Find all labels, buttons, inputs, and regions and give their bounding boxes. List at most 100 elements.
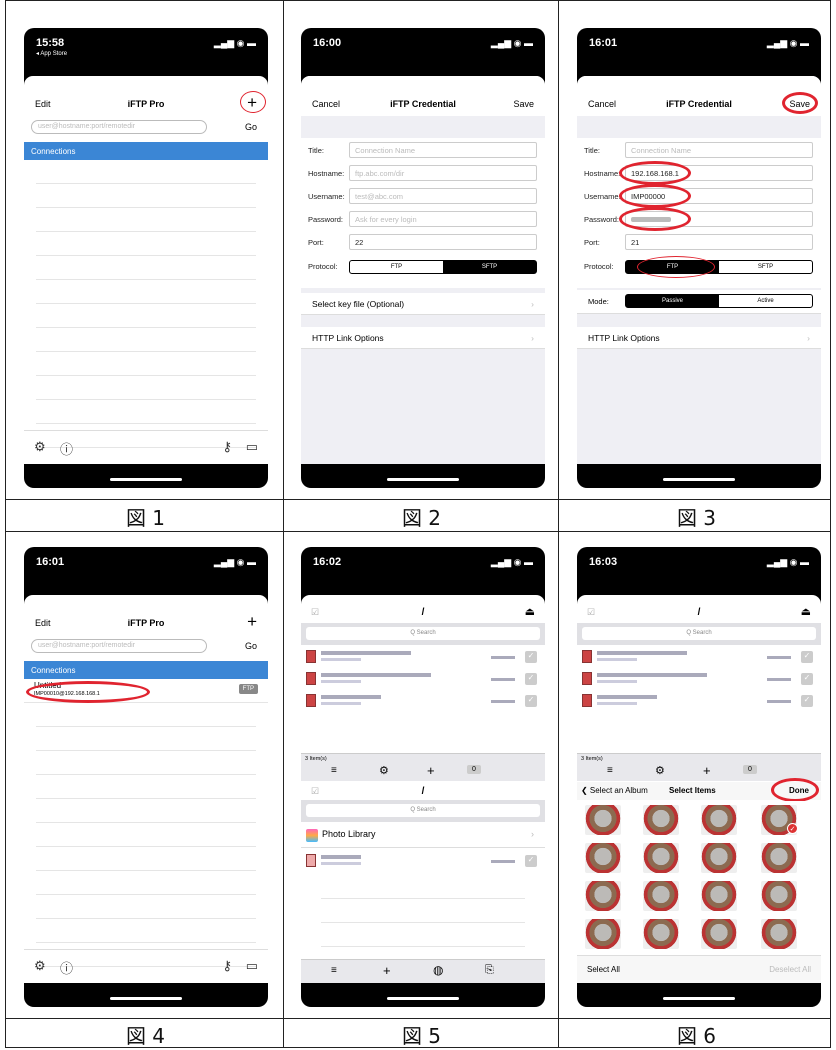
figure-caption: 図 4 — [125, 1023, 166, 1048]
photo-thumbnail[interactable] — [761, 919, 797, 949]
key-icon[interactable]: ⚷ — [222, 958, 232, 974]
file-row[interactable]: ✓ — [577, 669, 821, 691]
file-row[interactable]: ✓ — [577, 647, 821, 669]
protocol-sftp-option[interactable]: SFTP — [719, 261, 812, 273]
photo-thumbnail[interactable] — [701, 919, 737, 949]
figure-caption: 図 1 — [125, 505, 166, 530]
info-icon[interactable]: ⓘ — [60, 439, 73, 458]
search-input[interactable]: Q Search — [306, 804, 540, 817]
mode-active-option[interactable]: Active — [719, 295, 812, 307]
globe-icon[interactable]: ◍ — [433, 963, 443, 977]
go-button[interactable]: Go — [245, 122, 257, 132]
search-input[interactable]: Q Search — [306, 627, 540, 640]
port-field[interactable]: 22 — [349, 234, 537, 250]
ftp-badge[interactable]: FTP — [238, 684, 258, 694]
photo-thumbnail[interactable] — [643, 881, 679, 911]
eject-icon[interactable]: ⏏ — [525, 605, 535, 618]
go-button[interactable]: Go — [245, 641, 257, 651]
photo-thumbnail[interactable] — [585, 881, 621, 911]
back-to-app-store[interactable]: ◂ App Store — [36, 50, 67, 57]
nav-bar: Edit iFTP Pro + — [24, 76, 268, 116]
photo-thumbnail[interactable] — [643, 919, 679, 949]
photo-library-row[interactable]: Photo Library › — [301, 824, 545, 848]
file-row[interactable]: ✓ — [301, 647, 545, 669]
search-input[interactable]: Q Search — [582, 627, 816, 640]
photo-thumbnail[interactable] — [643, 843, 679, 873]
remote-path: / — [697, 607, 701, 618]
protocol-segmented-control: FTP SFTP — [349, 260, 537, 274]
status-time: 16:02 — [313, 556, 342, 568]
status-time: 16:03 — [589, 556, 618, 568]
field-label: Title: — [584, 146, 600, 155]
gear-icon[interactable]: ⚙ — [379, 764, 389, 777]
field-label: Port: — [308, 238, 324, 247]
save-button[interactable]: Save — [513, 99, 534, 109]
signal-wifi-battery-icon: ▂▄▆ ◉ ▬ — [490, 38, 533, 48]
title-field[interactable]: Connection Name — [349, 142, 537, 158]
gear-icon[interactable]: ⚙ — [34, 439, 46, 455]
signal-wifi-battery-icon: ▂▄▆ ◉ ▬ — [766, 557, 809, 567]
status-time: 16:00 — [313, 37, 342, 49]
transfer-count-badge[interactable]: 0 — [467, 765, 481, 774]
select-key-file-row[interactable]: Select key file (Optional) › — [301, 293, 545, 315]
protocol-sftp-option[interactable]: SFTP — [443, 261, 536, 273]
username-field[interactable]: test@abc.com — [349, 188, 537, 204]
sort-icon[interactable]: ≡ — [331, 765, 337, 776]
sort-icon[interactable]: ≡ — [607, 765, 613, 776]
address-input[interactable]: user@hostname:port/remotedir — [31, 120, 207, 134]
sort-icon[interactable]: ≡ — [331, 965, 337, 976]
hostname-field[interactable]: ftp.abc.com/dir — [349, 165, 537, 181]
gear-icon[interactable]: ⚙ — [655, 764, 665, 777]
add-icon[interactable]: + — [383, 963, 391, 978]
form-field: Username: test@abc.com — [301, 186, 545, 207]
add-icon[interactable]: + — [427, 763, 435, 778]
photo-thumbnail[interactable] — [761, 881, 797, 911]
export-icon[interactable]: ⎘ — [485, 964, 494, 977]
field-label: Mode: — [588, 297, 609, 306]
phone-screen-1: 15:58 ◂ App Store ▂▄▆ ◉ ▬ Edit iFTP Pro … — [24, 28, 268, 488]
key-icon[interactable]: ⚷ — [222, 439, 232, 455]
add-connection-button[interactable]: + — [247, 612, 257, 632]
photo-thumbnail[interactable] — [585, 919, 621, 949]
address-input[interactable]: user@hostname:port/remotedir — [31, 639, 207, 653]
port-field[interactable]: 21 — [625, 234, 813, 250]
chevron-right-icon: › — [531, 829, 534, 839]
http-link-options-row[interactable]: HTTP Link Options › — [577, 327, 821, 349]
http-link-options-row[interactable]: HTTP Link Options › — [301, 327, 545, 349]
protocol-ftp-option[interactable]: FTP — [350, 261, 443, 273]
home-indicator — [663, 478, 735, 481]
field-label: Password: — [308, 215, 344, 224]
home-indicator — [387, 997, 459, 1000]
photo-thumbnail[interactable] — [761, 843, 797, 873]
photo-thumbnail[interactable] — [585, 805, 621, 835]
photo-thumbnail[interactable] — [643, 805, 679, 835]
password-field[interactable]: Ask for every login — [349, 211, 537, 227]
photo-thumbnail[interactable] — [701, 843, 737, 873]
phone-screen-6: 16:03 ▂▄▆ ◉ ▬ ☑ / ⏏ Q Search ✓ ✓ ✓ 3 Ite… — [577, 547, 821, 1007]
gear-icon[interactable]: ⚙ — [34, 958, 46, 974]
photo-thumbnail[interactable] — [701, 881, 737, 911]
status-bar: 15:58 ◂ App Store ▂▄▆ ◉ ▬ — [24, 28, 268, 76]
back-to-albums-button[interactable]: ❮ Select an Album — [581, 786, 648, 795]
eject-icon[interactable]: ⏏ — [801, 605, 811, 618]
file-row[interactable]: ✓ — [577, 691, 821, 713]
deselect-all-button[interactable]: Deselect All — [769, 965, 811, 974]
title-field[interactable]: Connection Name — [625, 142, 813, 158]
highlight-circle — [637, 256, 715, 278]
add-icon[interactable]: + — [703, 763, 711, 778]
info-icon[interactable]: ⓘ — [60, 958, 73, 977]
connection-list — [36, 160, 256, 448]
folder-icon[interactable]: ▭ — [246, 439, 258, 455]
app-screen: ☑ / ⏏ Q Search ✓ ✓ ✓ 3 Item(s) ≡ ⚙ + 0 ❮… — [577, 595, 821, 983]
transfer-count-badge[interactable]: 0 — [743, 765, 757, 774]
select-all-button[interactable]: Select All — [587, 965, 620, 974]
photo-thumbnail[interactable] — [701, 805, 737, 835]
mode-passive-option[interactable]: Passive — [626, 295, 719, 307]
file-row[interactable]: ✓ — [301, 669, 545, 691]
folder-icon[interactable]: ▭ — [246, 958, 258, 974]
highlight-circle — [26, 681, 150, 703]
connections-header: Connections — [24, 142, 268, 160]
file-row[interactable]: ✓ — [301, 691, 545, 713]
file-row[interactable]: ✓ — [301, 851, 545, 873]
photo-thumbnail[interactable] — [585, 843, 621, 873]
